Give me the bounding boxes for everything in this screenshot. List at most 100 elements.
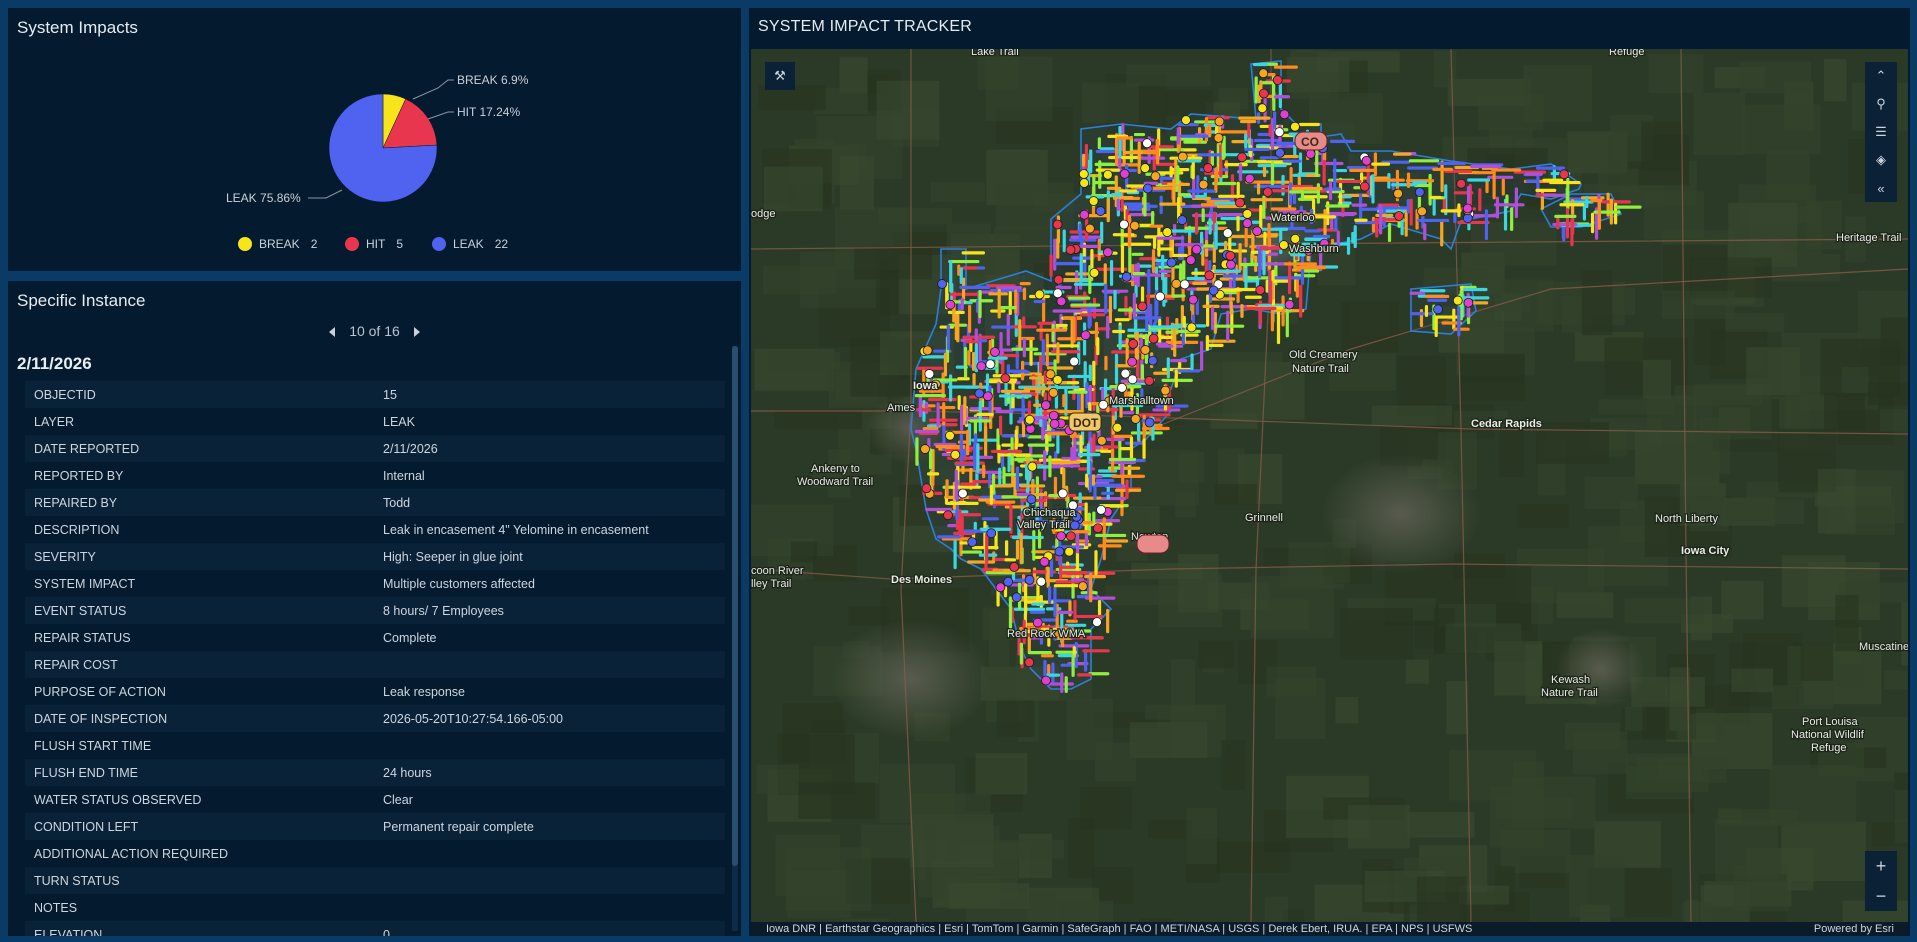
incident-marker[interactable] (1069, 356, 1080, 367)
incident-marker[interactable] (1242, 218, 1253, 229)
incident-marker[interactable] (1203, 163, 1213, 173)
zoom-out-icon[interactable]: − (1865, 881, 1897, 911)
incident-marker[interactable] (1129, 220, 1140, 231)
incident-marker[interactable] (1559, 169, 1570, 180)
incident-marker[interactable] (1186, 322, 1197, 333)
incident-marker[interactable] (1262, 187, 1273, 198)
incident-marker[interactable] (1259, 88, 1269, 99)
incident-marker[interactable] (1452, 295, 1463, 306)
incident-marker[interactable] (1056, 296, 1067, 307)
incident-marker[interactable] (982, 391, 993, 402)
incident-marker[interactable] (1290, 233, 1301, 244)
incident-marker[interactable] (1272, 75, 1283, 86)
incident-marker[interactable] (1160, 385, 1171, 396)
incident-marker[interactable] (1048, 387, 1059, 398)
incident-marker[interactable] (1069, 520, 1080, 531)
incident-marker[interactable] (1140, 163, 1151, 173)
incident-marker[interactable] (1027, 461, 1038, 472)
incident-marker[interactable] (950, 449, 961, 460)
incident-marker[interactable] (1036, 576, 1047, 587)
incident-marker[interactable] (1284, 299, 1295, 310)
incident-marker[interactable] (1214, 116, 1225, 127)
incident-marker[interactable] (1226, 259, 1236, 270)
incident-marker[interactable] (957, 488, 968, 499)
incident-marker[interactable] (922, 345, 933, 356)
incident-marker[interactable] (1179, 279, 1190, 290)
incident-marker[interactable] (1119, 168, 1130, 179)
incident-marker[interactable] (1393, 188, 1404, 199)
incident-marker[interactable] (976, 361, 987, 372)
incident-marker[interactable] (937, 279, 948, 289)
incident-marker[interactable] (1057, 488, 1068, 499)
incident-marker[interactable] (1026, 494, 1037, 505)
incident-marker[interactable] (1257, 103, 1268, 114)
incident-marker[interactable] (945, 299, 956, 310)
incident-marker[interactable] (924, 369, 935, 379)
incident-marker[interactable] (1433, 304, 1443, 315)
incident-marker[interactable] (1225, 250, 1236, 261)
incident-marker[interactable] (1275, 148, 1285, 158)
incident-marker[interactable] (1092, 617, 1102, 628)
incident-marker[interactable] (1177, 151, 1188, 162)
incident-marker[interactable] (1048, 410, 1059, 421)
incident-marker[interactable] (990, 347, 1000, 357)
incident-marker[interactable] (1049, 419, 1060, 429)
previous-record-icon[interactable] (329, 327, 336, 338)
incident-marker[interactable] (1128, 338, 1139, 349)
incident-marker[interactable] (1119, 219, 1129, 230)
incident-marker[interactable] (1053, 274, 1064, 285)
incident-marker[interactable] (1142, 183, 1153, 194)
incident-marker[interactable] (1040, 400, 1051, 411)
incident-marker[interactable] (1394, 211, 1404, 221)
incident-marker[interactable] (1177, 215, 1188, 226)
incident-marker[interactable] (921, 483, 932, 494)
incident-marker[interactable] (1191, 244, 1202, 255)
incident-marker[interactable] (1147, 355, 1158, 366)
search-icon[interactable]: ⚲ (1865, 90, 1897, 118)
incident-marker[interactable] (1102, 169, 1113, 180)
incident-marker[interactable] (1032, 617, 1043, 628)
incident-marker[interactable] (1041, 675, 1051, 686)
incident-marker[interactable] (995, 582, 1006, 593)
incident-marker[interactable] (1144, 417, 1155, 428)
incident-marker[interactable] (1089, 267, 1100, 278)
incident-marker[interactable] (1208, 285, 1219, 296)
incident-marker[interactable] (974, 388, 985, 399)
attribution-text[interactable]: Iowa DNR | Earthstar Geographics | Esri … (766, 922, 1472, 936)
incident-marker[interactable] (1096, 504, 1106, 515)
incident-marker[interactable] (1181, 115, 1191, 126)
incident-marker[interactable] (1088, 196, 1099, 206)
incident-marker[interactable] (1080, 330, 1091, 341)
incident-marker[interactable] (1034, 289, 1045, 300)
incident-marker[interactable] (967, 537, 978, 547)
incident-marker[interactable] (1003, 576, 1014, 587)
incident-marker[interactable] (1242, 209, 1253, 219)
incident-marker[interactable] (1162, 227, 1173, 238)
incident-marker[interactable] (943, 510, 953, 521)
map-canvas[interactable]: Lake Trail Refuge odge Heritage Trail Wa… (751, 49, 1908, 922)
incident-marker[interactable] (1361, 155, 1372, 166)
incident-marker[interactable] (1274, 127, 1285, 138)
incident-marker[interactable] (1064, 546, 1075, 557)
incident-marker[interactable] (1079, 209, 1090, 220)
incident-marker[interactable] (1077, 581, 1088, 592)
collapse-left-icon[interactable]: « (1865, 174, 1897, 202)
collapse-up-icon[interactable]: ⌃ (1865, 62, 1897, 90)
incident-marker[interactable] (1142, 138, 1152, 149)
incident-marker[interactable] (1066, 531, 1076, 542)
incident-marker[interactable] (1198, 179, 1209, 190)
incident-marker[interactable] (1056, 531, 1066, 542)
map-view[interactable]: Lake Trail Refuge odge Heritage Trail Wa… (751, 49, 1908, 922)
incident-marker[interactable] (1417, 206, 1427, 217)
incident-marker[interactable] (1279, 109, 1290, 120)
incident-marker[interactable] (1024, 575, 1035, 585)
incident-marker[interactable] (1039, 556, 1050, 567)
incident-marker[interactable] (1237, 152, 1247, 163)
incident-marker[interactable] (1171, 278, 1182, 289)
incident-marker[interactable] (1305, 148, 1316, 159)
wrench-icon[interactable]: ⚒ (765, 62, 795, 90)
incident-marker[interactable] (1144, 375, 1155, 386)
incident-marker[interactable] (1024, 414, 1035, 425)
incident-marker[interactable] (1155, 291, 1166, 302)
legend-list-icon[interactable]: ☰ (1865, 118, 1897, 146)
